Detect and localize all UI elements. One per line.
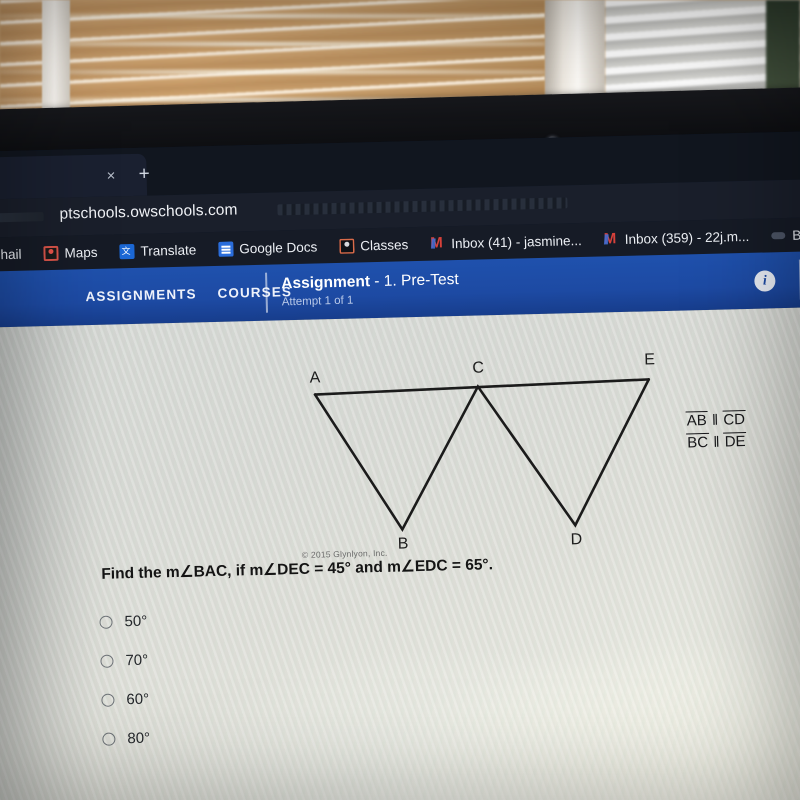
radio-button[interactable] — [102, 732, 116, 746]
answer-option-4[interactable]: 80° — [102, 719, 151, 759]
radio-button[interactable] — [99, 615, 113, 629]
segment-ab: AB — [685, 410, 709, 430]
bookmark-inbox-359[interactable]: Inbox (359) - 22j.m... — [592, 219, 760, 257]
url-suffix-blur — [277, 197, 568, 216]
segment-bc: BC — [686, 432, 710, 452]
given-parallel-statements: AB ‖ CD BC ‖ DE — [685, 409, 747, 454]
gmail-icon — [604, 232, 619, 247]
vertex-label-D: D — [570, 531, 583, 549]
bookmark-translate[interactable]: Translate — [108, 232, 208, 268]
triangles-diagram — [313, 378, 651, 533]
radio-button[interactable] — [101, 693, 115, 707]
bookmark-label: Buzz — [792, 226, 800, 243]
bookmark-classes[interactable]: Classes — [328, 227, 420, 263]
answer-option-label: 70° — [125, 651, 149, 670]
screen-glare-left — [0, 325, 104, 800]
answer-option-3[interactable]: 60° — [101, 680, 150, 720]
vertex-label-E: E — [644, 351, 656, 369]
parallel-symbol: ‖ — [711, 411, 719, 429]
google-docs-icon — [218, 241, 234, 257]
info-icon[interactable]: i — [754, 270, 776, 292]
segment-de: DE — [723, 431, 747, 451]
bookmark-label: Google Docs — [239, 238, 318, 256]
vertex-label-C: C — [472, 359, 485, 377]
answer-option-1[interactable]: 50° — [99, 602, 148, 642]
laptop-screen: × + ptschools.owschools.com hail Maps Tr… — [0, 130, 800, 800]
gmail-icon — [430, 236, 445, 251]
address-bar-prefix — [0, 212, 44, 223]
close-icon[interactable]: × — [106, 167, 115, 184]
answer-option-label: 80° — [127, 729, 151, 748]
bookmark-label: hail — [0, 246, 22, 262]
answer-option-label: 50° — [124, 612, 148, 631]
given-statement-1: AB ‖ CD — [685, 409, 747, 432]
vertex-label-B: B — [397, 535, 409, 553]
url-text: ptschools.owschools.com — [59, 201, 238, 223]
classes-icon — [339, 238, 355, 254]
answer-options: 50° 70° 60° 80° — [99, 602, 150, 759]
bookmark-inbox-41[interactable]: Inbox (41) - jasmine... — [419, 223, 593, 261]
nav-assignments[interactable]: ASSIGNMENTS — [85, 286, 196, 304]
bookmark-label: Maps — [64, 244, 98, 261]
vertex-label-A: A — [309, 369, 321, 387]
bookmark-google-docs[interactable]: Google Docs — [207, 229, 329, 266]
browser-tab[interactable] — [0, 153, 148, 200]
answer-option-2[interactable]: 70° — [100, 641, 149, 681]
bookmark-label: Translate — [140, 241, 197, 259]
cloud-icon — [771, 227, 786, 242]
bookmark-maps[interactable]: Maps — [32, 235, 109, 271]
bookmark-gmail[interactable]: hail — [0, 236, 33, 272]
bookmark-label: Inbox (359) - 22j.m... — [624, 228, 750, 247]
bookmark-label: Inbox (41) - jasmine... — [451, 232, 582, 251]
bookmark-label: Classes — [360, 236, 409, 253]
assignment-attempt: Attempt 1 of 1 — [281, 294, 354, 309]
given-statement-2: BC ‖ DE — [686, 431, 747, 454]
assignment-title-rest: - 1. Pre-Test — [369, 271, 459, 291]
assignment-title: Assignment - 1. Pre-Test — [281, 271, 459, 293]
question-text: Find the m∠BAC, if m∠DEC = 45° and m∠EDC… — [101, 556, 494, 583]
assignment-title-bold: Assignment — [281, 273, 371, 293]
photo-of-laptop-screen: × + ptschools.owschools.com hail Maps Tr… — [0, 0, 800, 800]
radio-button[interactable] — [100, 654, 114, 668]
translate-icon — [119, 243, 135, 259]
bookmark-buzz[interactable]: Buzz — [760, 217, 800, 253]
new-tab-icon[interactable]: + — [138, 164, 150, 185]
parallel-symbol: ‖ — [713, 433, 720, 451]
answer-option-label: 60° — [126, 690, 150, 709]
segment-cd: CD — [722, 410, 747, 429]
question-page: A C E B D AB ‖ CD BC ‖ DE © 2015 Glynlyo… — [0, 306, 800, 800]
maps-icon — [43, 245, 59, 261]
geometry-figure: A C E B D AB ‖ CD BC ‖ DE © 2015 Glynlyo… — [271, 338, 796, 571]
